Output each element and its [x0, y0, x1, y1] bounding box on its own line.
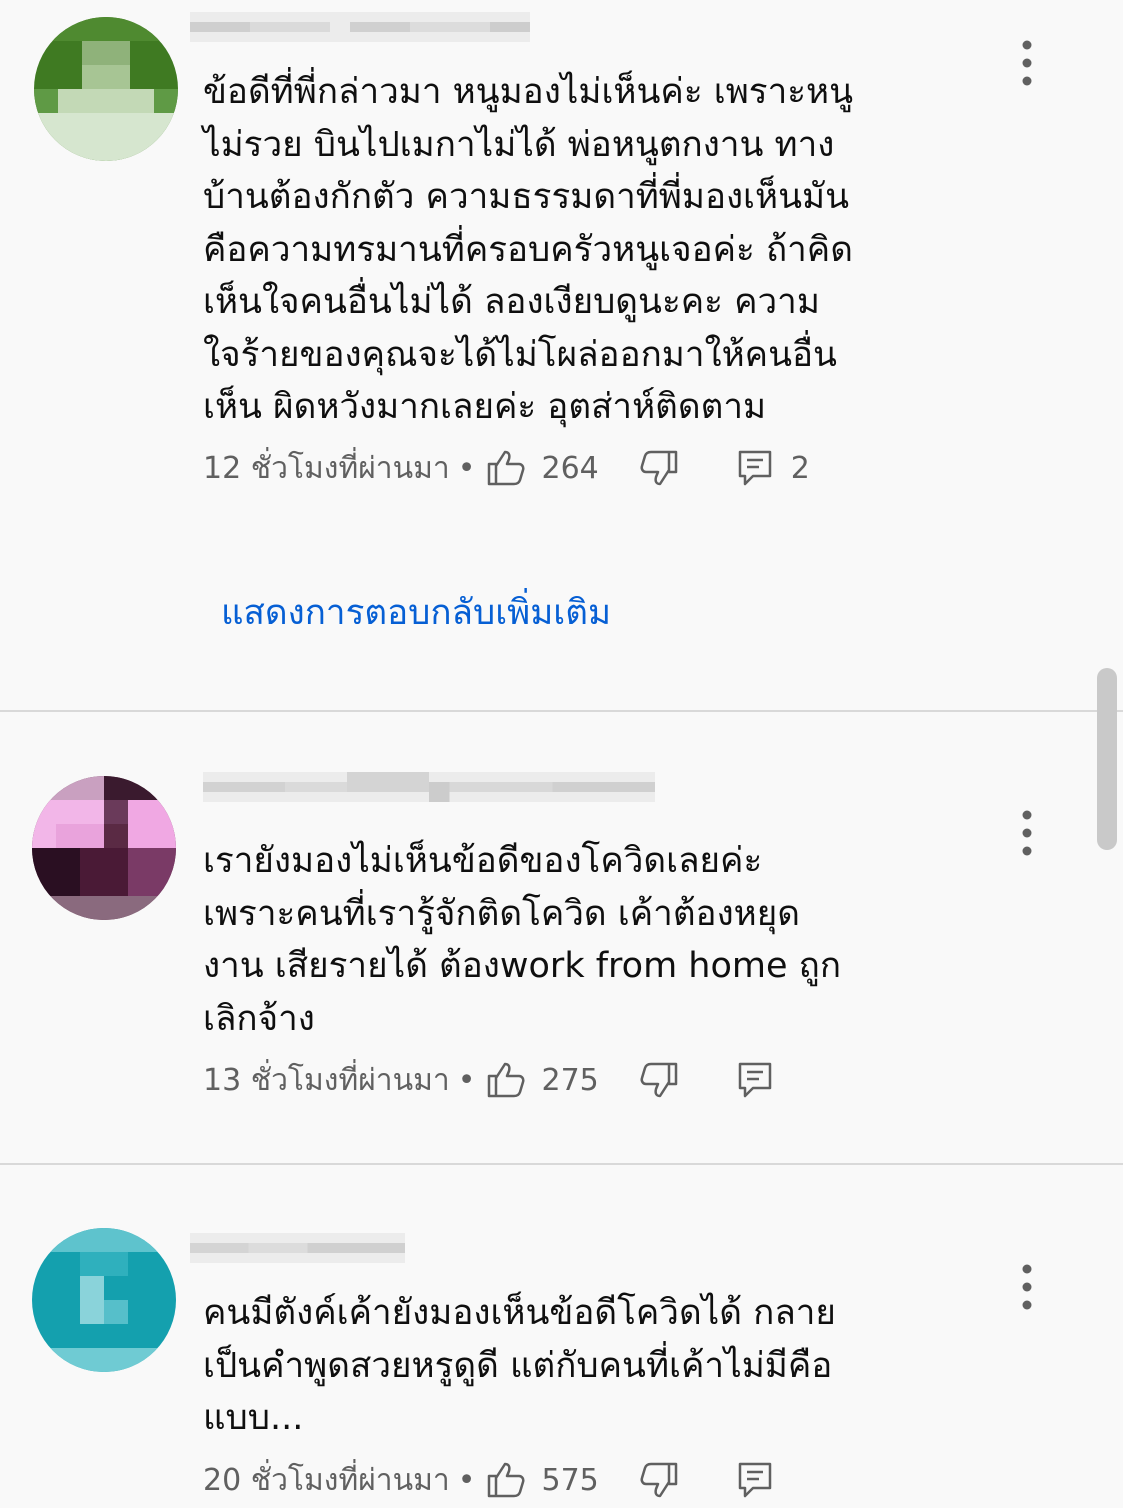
- thumbs-down-icon: [640, 1062, 678, 1098]
- separator-dot: •: [457, 450, 476, 486]
- like-button[interactable]: [486, 449, 526, 487]
- timestamp[interactable]: 20 ชั่วโมงที่ผ่านมา: [203, 1457, 450, 1504]
- author-name[interactable]: [203, 772, 655, 802]
- timestamp[interactable]: 13 ชั่วโมงที่ผ่านมา: [203, 1057, 450, 1104]
- more-actions-button[interactable]: [1012, 33, 1042, 93]
- dislike-button[interactable]: [639, 449, 679, 487]
- timestamp[interactable]: 12 ชั่วโมงที่ผ่านมา: [203, 445, 450, 492]
- reply-button[interactable]: [737, 449, 773, 487]
- reply-button[interactable]: [737, 1461, 773, 1499]
- reply-icon: [738, 1062, 772, 1098]
- more-vert-icon: [1022, 810, 1032, 856]
- more-vert-icon: [1022, 1264, 1032, 1310]
- avatar[interactable]: [32, 776, 176, 920]
- show-more-replies-button[interactable]: แสดงการตอบกลับเพิ่มเติม: [221, 585, 611, 640]
- comment-text: คนมีตังค์เค้ายังมองเห็นข้อดีโควิดได้ กลา…: [203, 1293, 836, 1438]
- like-button[interactable]: [486, 1461, 526, 1499]
- reply-icon: [738, 1462, 772, 1498]
- avatar[interactable]: [32, 1228, 176, 1372]
- more-actions-button[interactable]: [1012, 1257, 1042, 1317]
- reply-button[interactable]: [737, 1061, 773, 1099]
- separator-dot: •: [457, 1462, 476, 1498]
- like-button[interactable]: [486, 1061, 526, 1099]
- comment-text: เรายังมองไม่เห็นข้อดีของโควิดเลยค่ะ เพรา…: [203, 841, 842, 1039]
- comment-toolbar: 20 ชั่วโมงที่ผ่านมา • 575: [203, 1455, 773, 1505]
- scrollbar-thumb[interactable]: [1097, 668, 1117, 850]
- more-vert-icon: [1022, 40, 1032, 86]
- like-count: 575: [541, 1462, 599, 1498]
- avatar[interactable]: [34, 17, 178, 161]
- comment-toolbar: 13 ชั่วโมงที่ผ่านมา • 275: [203, 1055, 773, 1105]
- thumbs-down-icon: [640, 1462, 678, 1498]
- thumbs-up-icon: [487, 450, 524, 486]
- author-name[interactable]: [190, 1233, 405, 1263]
- more-actions-button[interactable]: [1012, 803, 1042, 863]
- author-name[interactable]: [190, 12, 530, 42]
- reply-count: 2: [790, 450, 810, 486]
- like-count: 275: [541, 1062, 599, 1098]
- reply-icon: [738, 450, 772, 486]
- separator-dot: •: [457, 1062, 476, 1098]
- dislike-button[interactable]: [639, 1061, 679, 1099]
- comment-toolbar: 12 ชั่วโมงที่ผ่านมา • 264 2: [203, 443, 810, 493]
- comment-divider: [0, 710, 1123, 712]
- comment-text: ข้อดีที่พี่กล่าวมา หนูมองไม่เห็นค่ะ เพรา…: [203, 72, 854, 427]
- comment-divider: [0, 1163, 1123, 1165]
- thumbs-up-icon: [487, 1462, 524, 1498]
- dislike-button[interactable]: [639, 1461, 679, 1499]
- like-count: 264: [541, 450, 599, 486]
- thumbs-up-icon: [487, 1062, 524, 1098]
- thumbs-down-icon: [640, 450, 678, 486]
